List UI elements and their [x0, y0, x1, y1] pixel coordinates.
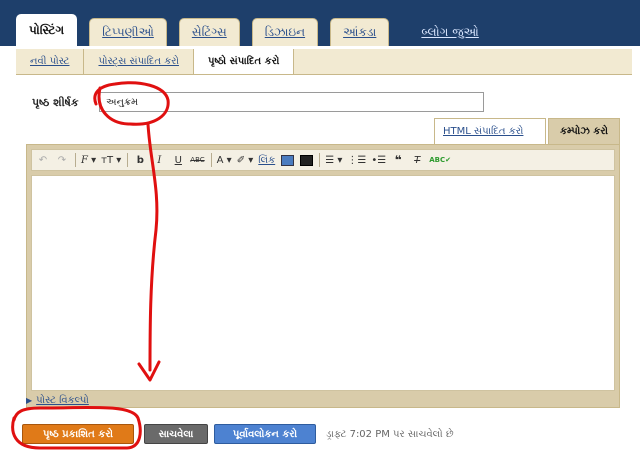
image-icon	[280, 154, 294, 166]
bold-button[interactable]: b	[133, 152, 147, 168]
redo-icon[interactable]: ↷	[55, 152, 69, 168]
sub-nav-edit-posts[interactable]: પોસ્ટ્સ સંપાદિત કરો	[84, 49, 194, 74]
tab-settings[interactable]: સેટિંગ્સ	[178, 18, 240, 46]
font-icon: F	[81, 154, 88, 166]
page-title-input[interactable]	[99, 92, 484, 112]
tab-compose[interactable]: કમ્પોઝ કરો	[548, 118, 620, 144]
toolbar-separator	[75, 153, 76, 167]
tab-edit-html[interactable]: HTML સંપાદિત કરો	[434, 118, 546, 144]
preview-button[interactable]: પૂર્વાવલોકન કરો	[214, 424, 316, 444]
bulleted-list-button[interactable]: •☰	[371, 152, 386, 168]
highlight-button[interactable]: ✐ ▾	[237, 152, 254, 168]
sub-nav-edit-pages[interactable]: પૃષ્ઠો સંપાદિત કરો	[193, 49, 295, 74]
align-left-icon: ☰	[325, 154, 335, 166]
view-blog-link[interactable]: બ્લોગ જુઓ	[401, 18, 478, 46]
font-size-icon: тT	[101, 154, 114, 166]
toolbar-separator	[127, 153, 129, 167]
tab-stats[interactable]: આંકડા	[330, 18, 390, 46]
insert-image-button[interactable]	[280, 152, 294, 168]
editor-toolbar: ↶ ↷ F ▾ тT ▾ b I U ABC A ▾ ✐ ▾ લિંક ☰ ▾ …	[31, 149, 615, 171]
page-title-label: પૃષ્ઠ શીર્ષક	[32, 96, 79, 109]
text-color-button[interactable]: A ▾	[217, 152, 232, 168]
editor-content-area[interactable]	[31, 175, 615, 391]
remove-format-icon: T	[414, 154, 421, 166]
italic-button[interactable]: I	[152, 152, 166, 168]
spellcheck-button[interactable]: ABC✔	[429, 152, 451, 168]
draft-status-text: ડ્રાફ્ટ 7:02 PM પર સાચવેલો છે	[326, 429, 454, 440]
link-button[interactable]: લિંક	[258, 152, 275, 168]
remove-formatting-button[interactable]: T	[410, 152, 424, 168]
post-editor: ↶ ↷ F ▾ тT ▾ b I U ABC A ▾ ✐ ▾ લિંક ☰ ▾ …	[26, 144, 620, 408]
sub-nav-new-post[interactable]: નવી પોસ્ટ	[16, 49, 85, 74]
highlight-icon: ✐	[236, 154, 246, 166]
tab-posting[interactable]: પોસ્ટિંગ	[16, 14, 78, 46]
save-button[interactable]: સાચવેલા	[144, 424, 208, 444]
tab-comments[interactable]: ટિપ્પણીઓ	[89, 18, 167, 46]
top-navigation-bar: પોસ્ટિંગ ટિપ્પણીઓ સેટિંગ્સ ડિઝાઇન આંકડા …	[0, 0, 640, 46]
toolbar-separator	[319, 153, 321, 167]
font-size-button[interactable]: тT ▾	[101, 152, 121, 168]
undo-icon[interactable]: ↶	[36, 152, 50, 168]
sub-navigation: નવી પોસ્ટ પોસ્ટ્સ સંપાદિત કરો પૃષ્ઠો સંપ…	[16, 49, 632, 75]
text-color-icon: A	[216, 154, 224, 166]
numbered-list-icon: ⋮☰	[347, 154, 367, 166]
tab-design[interactable]: ડિઝાઇન	[251, 18, 319, 46]
font-family-button[interactable]: F ▾	[81, 152, 96, 168]
strikethrough-button[interactable]: ABC	[190, 152, 204, 168]
underline-button[interactable]: U	[171, 152, 185, 168]
publish-page-button[interactable]: પૃષ્ઠ પ્રકાશિત કરો	[22, 424, 134, 444]
expand-triangle-icon: ▶	[26, 395, 33, 405]
bulleted-list-icon: •☰	[371, 154, 387, 166]
main-tabs: પોસ્ટિંગ ટિપ્પણીઓ સેટિંગ્સ ડિઝાઇન આંકડા …	[16, 14, 479, 46]
insert-video-button[interactable]	[299, 152, 313, 168]
post-options-label: પોસ્ટ વિકલ્પો	[36, 394, 89, 406]
align-button[interactable]: ☰ ▾	[325, 152, 342, 168]
numbered-list-button[interactable]: ⋮☰	[347, 152, 366, 168]
post-options-toggle[interactable]: ▶ પોસ્ટ વિકલ્પો	[26, 392, 89, 408]
toolbar-separator	[210, 153, 212, 167]
blockquote-button[interactable]: ❝	[391, 152, 405, 168]
video-icon	[299, 154, 313, 166]
spellcheck-icon: ABC✔	[429, 156, 451, 164]
